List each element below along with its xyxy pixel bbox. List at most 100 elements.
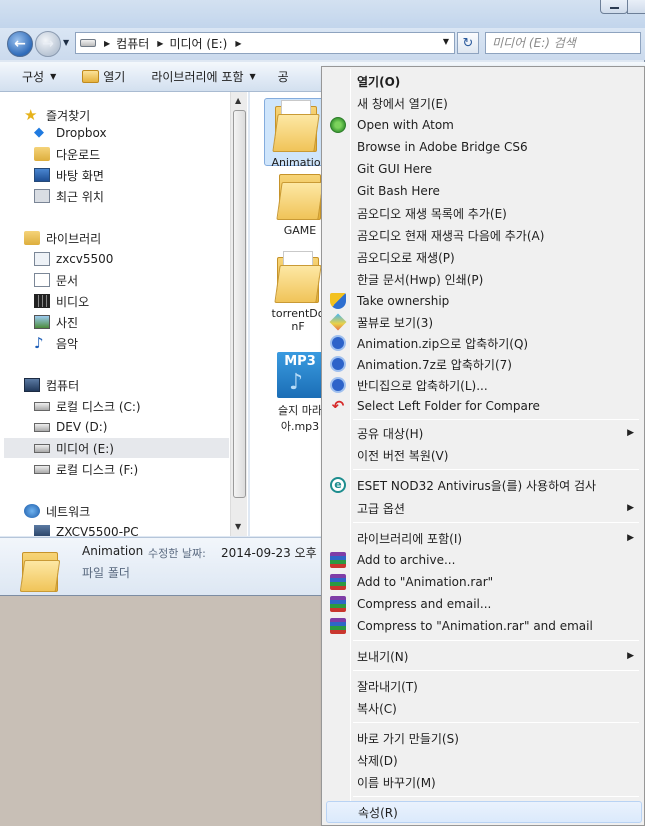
organize-label: 구성	[22, 70, 45, 84]
nav-item-documents[interactable]: 문서	[34, 270, 78, 290]
refresh-button[interactable]: ↻	[457, 32, 479, 54]
libraries-header[interactable]: 라이브러리	[24, 228, 101, 248]
menu-item-git-bash-here[interactable]: Git Bash Here	[326, 180, 642, 202]
nav-item-library-zxcv5500[interactable]: zxcv5500	[34, 249, 113, 269]
menu-separator	[353, 670, 639, 671]
menu-item-open-with-atom[interactable]: Open with Atom	[326, 114, 642, 136]
breadcrumb-separator-icon[interactable]: ▶	[104, 39, 110, 48]
navigation-scrollbar[interactable]: ▲ ▼	[230, 92, 247, 536]
submenu-arrow-icon: ▶	[627, 533, 634, 543]
scroll-up-icon[interactable]: ▲	[235, 96, 241, 105]
menu-separator	[353, 722, 639, 723]
address-dropdown-icon[interactable]: ▼	[443, 37, 449, 46]
music-note-icon: ♪	[289, 370, 304, 395]
share-button[interactable]: 공	[266, 68, 299, 85]
organize-button[interactable]: 구성 ▼	[0, 68, 66, 85]
favorites-header[interactable]: ★ 즐겨찾기	[24, 105, 90, 125]
menu-item-label: Git Bash Here	[357, 184, 440, 198]
menu-item-animation-7z로-압축하기[interactable]: Animation.7z로 압축하기(7)	[326, 353, 642, 375]
menu-item-곰오디오-현재-재생곡-다음에-추가[interactable]: 곰오디오 현재 재생곡 다음에 추가(A)	[326, 224, 642, 246]
back-button[interactable]: ←	[7, 31, 33, 57]
breadcrumb-separator-icon[interactable]: ▶	[157, 39, 163, 48]
menu-item-보내기[interactable]: 보내기(N) ▶	[326, 645, 642, 667]
menu-item-select-left-folder-for-compare[interactable]: ↶ Select Left Folder for Compare	[326, 395, 642, 417]
nav-item-desktop[interactable]: 바탕 화면	[34, 165, 104, 185]
menu-item-고급-옵션[interactable]: 고급 옵션 ▶	[326, 497, 642, 519]
breadcrumb-media-drive[interactable]: 미디어 (E:)	[169, 35, 227, 52]
uac-shield-icon	[330, 293, 346, 309]
computer-header[interactable]: 컴퓨터	[24, 375, 79, 395]
nav-item-drive-d[interactable]: DEV (D:)	[34, 417, 108, 437]
back-arrow-icon: ←	[14, 36, 26, 52]
menu-item-take-ownership[interactable]: Take ownership	[326, 290, 642, 312]
menu-item-add-to-animation-rar[interactable]: Add to "Animation.rar"	[326, 571, 642, 593]
menu-item-반디집으로-압축하기[interactable]: 반디집으로 압축하기(L)...	[326, 374, 642, 396]
menu-item-eset-nod32-antivirus을-사용하여-검사[interactable]: e ESET NOD32 Antivirus을(를) 사용하여 검사	[326, 474, 642, 496]
menu-item-animation-zip으로-압축하기[interactable]: Animation.zip으로 압축하기(Q)	[326, 332, 642, 354]
menu-item-곰오디오-재생-목록에-추가[interactable]: 곰오디오 재생 목록에 추가(E)	[326, 202, 642, 224]
menu-separator	[353, 419, 639, 420]
minimize-button[interactable]	[600, 0, 628, 14]
menu-item-바로-가기-만들기[interactable]: 바로 가기 만들기(S)	[326, 727, 642, 749]
nav-item-network-pc[interactable]: ZXCV5500-PC	[34, 522, 139, 536]
network-header[interactable]: 네트워크	[24, 501, 90, 521]
menu-item-새-창에서-열기[interactable]: 새 창에서 열기(E)	[326, 92, 642, 114]
bandizip-icon	[330, 335, 346, 351]
menu-item-이름-바꾸기[interactable]: 이름 바꾸기(M)	[326, 771, 642, 793]
menu-item-compress-to-animation-rar-and-email[interactable]: Compress to "Animation.rar" and email	[326, 615, 642, 637]
menu-item-label: 새 창에서 열기(E)	[357, 96, 448, 111]
nav-item-downloads[interactable]: 다운로드	[34, 144, 100, 164]
menu-item-라이브러리에-포함[interactable]: 라이브러리에 포함(I) ▶	[326, 527, 642, 549]
open-button[interactable]: 열기	[66, 68, 135, 85]
network-label: 네트워크	[46, 504, 91, 519]
mp3-file-icon: MP3 ♪	[277, 352, 323, 398]
menu-item-label: Git GUI Here	[357, 162, 433, 176]
menu-item-browse-in-adobe-bridge-cs6[interactable]: Browse in Adobe Bridge CS6	[326, 136, 642, 158]
menu-item-compress-and-email[interactable]: Compress and email...	[326, 593, 642, 615]
menu-item-label: Animation.zip으로 압축하기(Q)	[357, 336, 529, 351]
address-bar[interactable]: ▶ 컴퓨터 ▶ 미디어 (E:) ▶ ▼	[75, 32, 455, 54]
menu-item-label: 속성(R)	[358, 805, 398, 820]
forward-button[interactable]: →	[35, 31, 61, 57]
menu-item-공유-대상[interactable]: 공유 대상(H) ▶	[326, 422, 642, 444]
menu-item-잘라내기[interactable]: 잘라내기(T)	[326, 675, 642, 697]
scrollbar-thumb[interactable]	[233, 110, 246, 498]
menu-item-label: Take ownership	[357, 294, 450, 308]
menu-item-이전-버전-복원[interactable]: 이전 버전 복원(V)	[326, 444, 642, 466]
menu-item-label: ESET NOD32 Antivirus을(를) 사용하여 검사	[357, 478, 597, 493]
libraries-label: 라이브러리	[46, 231, 102, 246]
menu-item-git-gui-here[interactable]: Git GUI Here	[326, 158, 642, 180]
menu-item-label: 삭제(D)	[357, 753, 398, 768]
maximize-button[interactable]	[627, 0, 645, 14]
winrar-icon	[330, 574, 346, 590]
nav-item-drive-e[interactable]: 미디어 (E:)	[4, 438, 229, 458]
nav-item-dropbox[interactable]: ◆ Dropbox	[34, 123, 107, 143]
mp3-icon-label: MP3	[284, 354, 316, 369]
recent-pages-dropdown-icon[interactable]: ▼	[63, 38, 69, 47]
nav-item-videos[interactable]: 비디오	[34, 291, 89, 311]
menu-item-곰오디오로-재생[interactable]: 곰오디오로 재생(P)	[326, 246, 642, 268]
menu-item-label: 곰오디오 재생 목록에 추가(E)	[357, 206, 507, 221]
scroll-down-icon[interactable]: ▼	[235, 522, 241, 531]
menu-item-꿀뷰로-보기[interactable]: 꿀뷰로 보기(3)	[326, 311, 642, 333]
breadcrumb-computer[interactable]: 컴퓨터	[116, 35, 149, 52]
menu-item-속성[interactable]: 속성(R)	[326, 801, 642, 823]
forward-arrow-icon: →	[42, 36, 54, 52]
menu-item-add-to-archive[interactable]: Add to archive...	[326, 549, 642, 571]
menu-item-한글-문서-인쇄[interactable]: 한글 문서(Hwp) 인쇄(P)	[326, 268, 642, 290]
menu-item-복사[interactable]: 복사(C)	[326, 697, 642, 719]
menu-item-삭제[interactable]: 삭제(D)	[326, 749, 642, 771]
menu-item-열기[interactable]: 열기(O)	[326, 70, 642, 92]
submenu-arrow-icon: ▶	[627, 651, 634, 661]
nav-item-music[interactable]: ♪ 음악	[34, 333, 78, 353]
file-item-animation[interactable]: Animatio	[262, 100, 330, 169]
winrar-icon	[330, 596, 346, 612]
nav-item-recent-places[interactable]: 최근 위치	[34, 186, 104, 206]
nav-item-pictures[interactable]: 사진	[34, 312, 78, 332]
nav-item-drive-c[interactable]: 로컬 디스크 (C:)	[34, 396, 141, 416]
nav-item-drive-f[interactable]: 로컬 디스크 (F:)	[34, 459, 138, 479]
search-input[interactable]: 미디어 (E:) 검색	[485, 32, 641, 54]
breadcrumb-separator-icon[interactable]: ▶	[235, 39, 241, 48]
nav-item-label: 최근 위치	[56, 189, 104, 204]
include-in-library-button[interactable]: 라이브러리에 포함 ▼	[135, 68, 265, 85]
